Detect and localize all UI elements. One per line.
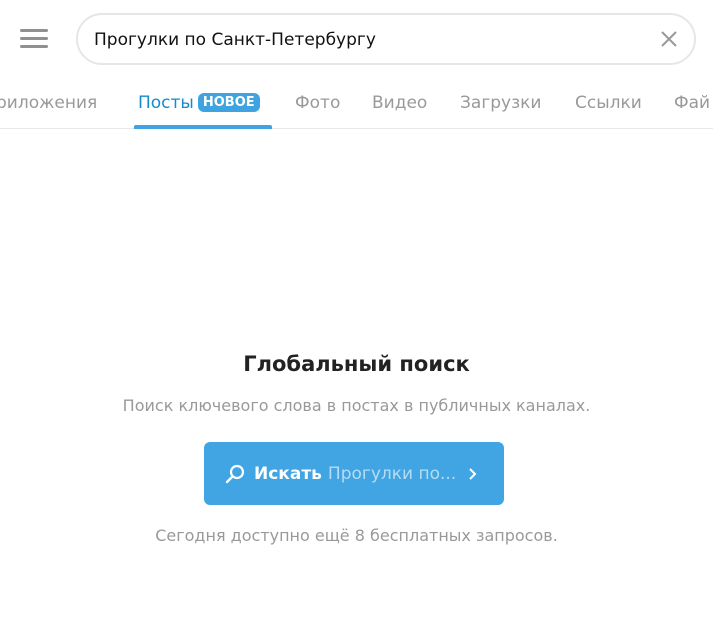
empty-subtitle: Поиск ключевого слова в постах в публичн… [122,396,591,415]
tab-posts[interactable]: Посты НОВОЕ [138,93,260,113]
close-icon[interactable] [658,28,680,50]
tab-posts-label: Посты [138,93,194,113]
tab-bar: риложения Посты НОВОЕ Фото Видео Загрузки… [0,80,713,129]
chevron-right-icon [469,467,477,480]
active-tab-indicator [134,125,272,129]
search-box [76,13,696,65]
tab-files[interactable]: Фай [674,93,710,113]
tab-apps[interactable]: риложения [0,93,97,113]
button-query: Прогулки по... [327,463,457,484]
search-input[interactable] [94,27,654,53]
menu-icon[interactable] [20,27,48,49]
tab-links[interactable]: Ссылки [575,93,642,113]
search-icon [225,464,245,483]
empty-title: Глобальный поиск [243,352,470,376]
tab-video[interactable]: Видео [372,93,427,113]
button-label: Искать [254,463,322,484]
tab-photo[interactable]: Фото [295,93,340,113]
new-badge: НОВОЕ [197,93,260,112]
global-search-button[interactable]: Искать Прогулки по... [204,442,504,505]
tab-downloads[interactable]: Загрузки [460,93,541,113]
free-requests-note: Сегодня доступно ещё 8 бесплатных запрос… [155,526,558,545]
